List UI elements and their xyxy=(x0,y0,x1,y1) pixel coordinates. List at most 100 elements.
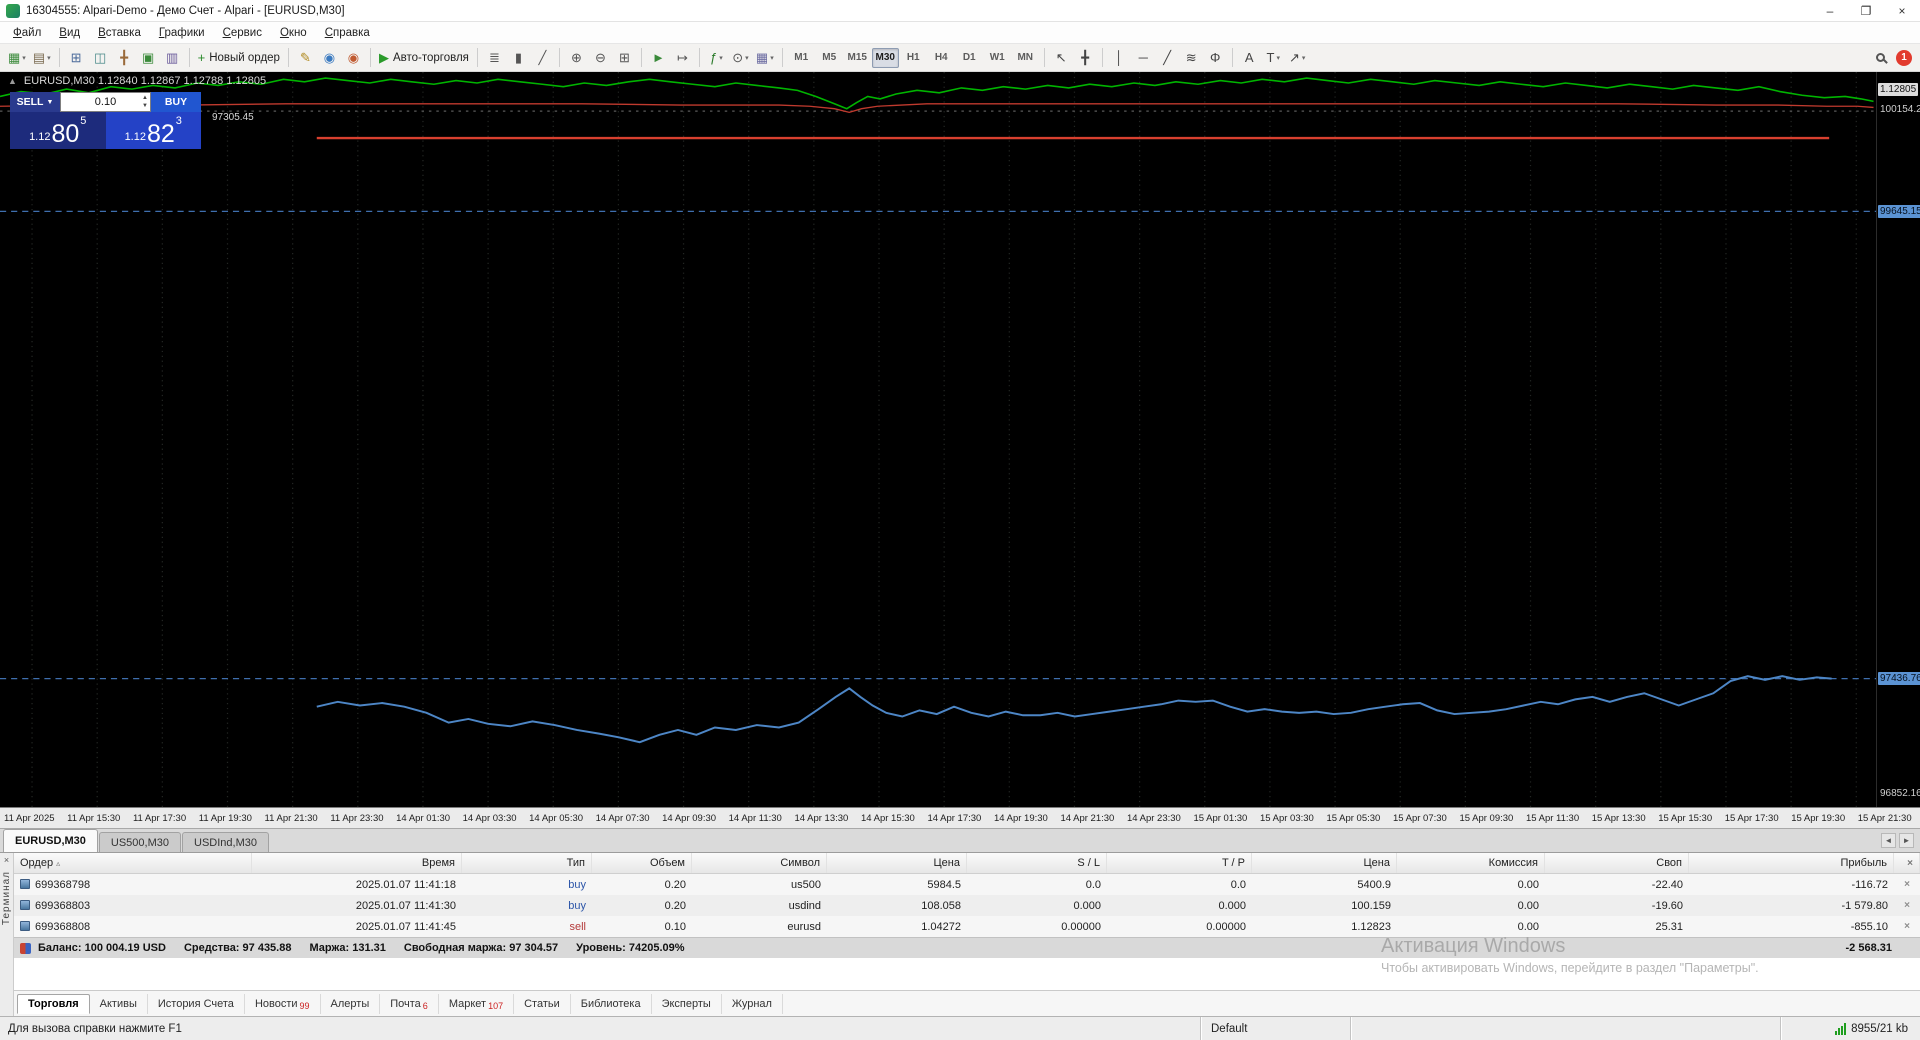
column-header-Символ[interactable]: Символ xyxy=(692,853,827,873)
arrows-button[interactable]: ↗ ▾ xyxy=(1286,46,1309,70)
time-label[interactable]: 14 Apr 11:30 xyxy=(729,813,782,824)
terminal-tab-Алерты[interactable]: Алерты xyxy=(321,993,381,1014)
time-label[interactable]: 15 Apr 19:30 xyxy=(1791,813,1845,824)
cursor-button[interactable]: ↖ xyxy=(1050,46,1073,70)
menu-item-Справка[interactable]: Справка xyxy=(316,24,379,42)
time-label[interactable]: 15 Apr 21:30 xyxy=(1858,813,1912,824)
buy-button[interactable]: BUY xyxy=(151,92,201,112)
scroll-right-icon[interactable]: ► xyxy=(1899,833,1914,848)
timeframe-M5[interactable]: M5 xyxy=(816,48,843,68)
spinner-up-icon[interactable]: ▲ xyxy=(142,94,148,102)
terminal-tab-Статьи[interactable]: Статьи xyxy=(514,993,571,1014)
time-label[interactable]: 14 Apr 19:30 xyxy=(994,813,1048,824)
time-label[interactable]: 14 Apr 21:30 xyxy=(1060,813,1114,824)
line-chart-mode-button[interactable]: ╱ xyxy=(531,46,554,70)
time-label[interactable]: 11 Apr 21:30 xyxy=(265,813,318,824)
terminal-tab-Активы[interactable]: Активы xyxy=(90,993,148,1014)
time-label[interactable]: 15 Apr 07:30 xyxy=(1393,813,1447,824)
time-label[interactable]: 14 Apr 13:30 xyxy=(794,813,848,824)
text-button[interactable]: A xyxy=(1238,46,1261,70)
terminal-tab-Почта[interactable]: Почта 6 xyxy=(380,993,439,1014)
time-label[interactable]: 15 Apr 17:30 xyxy=(1725,813,1779,824)
zoom-out-button[interactable]: ⊖ xyxy=(589,46,612,70)
timeframe-W1[interactable]: W1 xyxy=(984,48,1011,68)
menu-item-Окно[interactable]: Окно xyxy=(271,24,316,42)
time-label[interactable]: 11 Apr 19:30 xyxy=(199,813,252,824)
auto-scroll-button[interactable]: ► xyxy=(647,46,670,70)
time-label[interactable]: 14 Apr 17:30 xyxy=(927,813,981,824)
sell-price[interactable]: 1.12 80 5 xyxy=(10,112,106,149)
terminal-tab-Новости[interactable]: Новости 99 xyxy=(245,993,321,1014)
time-label[interactable]: 14 Apr 05:30 xyxy=(529,813,583,824)
timeframe-M15[interactable]: M15 xyxy=(844,48,871,68)
fibonacci-button[interactable]: Φ xyxy=(1204,46,1227,70)
menu-item-Графики[interactable]: Графики xyxy=(150,24,214,42)
strategy-tester-button[interactable]: ▥ xyxy=(161,46,184,70)
chart-tab-US500,M30[interactable]: US500,M30 xyxy=(98,832,181,852)
time-label[interactable]: 15 Apr 15:30 xyxy=(1658,813,1712,824)
order-row[interactable]: 699368803 2025.01.07 11:41:30 buy 0.20 usdin… xyxy=(14,895,1920,916)
scroll-left-icon[interactable]: ◄ xyxy=(1881,833,1896,848)
new-order-button[interactable]: + Новый ордер xyxy=(195,46,283,70)
time-label[interactable]: 15 Apr 11:30 xyxy=(1526,813,1579,824)
panel-close-icon[interactable]: × xyxy=(1907,858,1913,869)
time-label[interactable]: 15 Apr 01:30 xyxy=(1193,813,1247,824)
column-header-Комиссия[interactable]: Комиссия xyxy=(1397,853,1545,873)
column-header-Цена[interactable]: Цена xyxy=(827,853,967,873)
mql5-market-button[interactable]: ◉ xyxy=(342,46,365,70)
spinner-down-icon[interactable]: ▼ xyxy=(142,102,148,110)
menu-item-Вид[interactable]: Вид xyxy=(50,24,89,42)
column-header-Объем[interactable]: Объем xyxy=(592,853,692,873)
trendline-button[interactable]: ╱ xyxy=(1156,46,1179,70)
time-label[interactable]: 11 Apr 15:30 xyxy=(67,813,120,824)
terminal-close-icon[interactable]: × xyxy=(4,853,9,867)
volume-spinner[interactable]: ▲ ▼ xyxy=(142,94,148,111)
data-window-button[interactable]: ◫ xyxy=(89,46,112,70)
minimize-button[interactable]: – xyxy=(1812,0,1848,21)
timeframe-H1[interactable]: H1 xyxy=(900,48,927,68)
terminal-tab-Библиотека[interactable]: Библиотека xyxy=(571,993,652,1014)
chart-canvas[interactable]: ▲ EURUSD,M30 1.12840 1.12867 1.12788 1.1… xyxy=(0,72,1876,807)
order-row[interactable]: 699368798 2025.01.07 11:41:18 buy 0.20 us500… xyxy=(14,874,1920,895)
close-button[interactable]: × xyxy=(1884,0,1920,21)
close-order-icon[interactable]: × xyxy=(1894,900,1920,911)
market-watch-button[interactable]: ⊞ xyxy=(65,46,88,70)
crosshair-button[interactable]: ╋ xyxy=(1074,46,1097,70)
time-label[interactable]: 14 Apr 01:30 xyxy=(396,813,450,824)
column-header-Своп[interactable]: Своп xyxy=(1545,853,1689,873)
column-header-Тип[interactable]: Тип xyxy=(462,853,592,873)
terminal-toggle-button[interactable]: ▣ xyxy=(137,46,160,70)
templates-button[interactable]: ▦ ▾ xyxy=(753,46,777,70)
text-label-button[interactable]: Т ▾ xyxy=(1262,46,1285,70)
terminal-tab-История Счета[interactable]: История Счета xyxy=(148,993,245,1014)
chart-tab-EURUSD,M30[interactable]: EURUSD,M30 xyxy=(3,829,98,852)
timeframe-D1[interactable]: D1 xyxy=(956,48,983,68)
terminal-tab-Журнал[interactable]: Журнал xyxy=(722,993,783,1014)
order-row[interactable]: 699368808 2025.01.07 11:41:45 sell 0.10 euru… xyxy=(14,916,1920,937)
timeframe-MN[interactable]: MN xyxy=(1012,48,1039,68)
time-label[interactable]: 15 Apr 03:30 xyxy=(1260,813,1314,824)
metaeditor-button[interactable]: ✎ xyxy=(294,46,317,70)
close-order-icon[interactable]: × xyxy=(1894,921,1920,932)
profiles-button[interactable]: ▤ ▾ xyxy=(30,46,54,70)
collapse-panel-icon[interactable]: ▲ xyxy=(8,76,17,86)
terminal-tab-Эксперты[interactable]: Эксперты xyxy=(652,993,722,1014)
horizontal-line-button[interactable]: ─ xyxy=(1132,46,1155,70)
price-chart[interactable] xyxy=(0,72,1876,807)
time-label[interactable]: 11 Apr 23:30 xyxy=(330,813,383,824)
chart-shift-button[interactable]: ↦ xyxy=(671,46,694,70)
column-header-T / P[interactable]: T / P xyxy=(1107,853,1252,873)
autotrading-button[interactable]: ▶ Авто-торговля xyxy=(376,46,472,70)
new-chart-button[interactable]: ▦ ▾ xyxy=(5,46,29,70)
search-button[interactable] xyxy=(1869,46,1892,70)
restore-button[interactable]: ❐ xyxy=(1848,0,1884,21)
column-header-Ордер[interactable]: Ордер ▵ xyxy=(14,853,252,873)
tile-windows-button[interactable]: ⊞ xyxy=(613,46,636,70)
terminal-tab-Торговля[interactable]: Торговля xyxy=(17,993,90,1014)
buy-price[interactable]: 1.12 82 3 xyxy=(105,112,201,149)
column-header-S / L[interactable]: S / L xyxy=(967,853,1107,873)
timeframe-H4[interactable]: H4 xyxy=(928,48,955,68)
equidistant-channel-button[interactable]: ≋ xyxy=(1180,46,1203,70)
time-label[interactable]: 14 Apr 15:30 xyxy=(861,813,915,824)
column-header-Прибыль[interactable]: Прибыль xyxy=(1689,853,1894,873)
